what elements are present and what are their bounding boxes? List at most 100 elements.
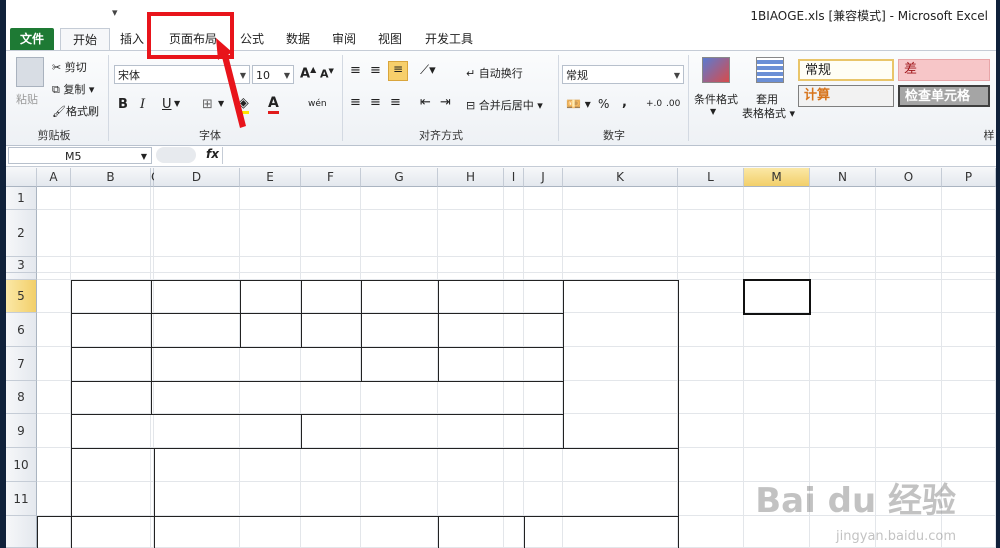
ribbon-home: 粘贴 ✂ 剪切 ⧉ 复制 ▾ 🖌格式刷 剪贴板 宋体 ▼ 10 ▼ A▲ A▼ B … [6,50,996,146]
row-header-2[interactable]: 2 [6,210,37,257]
tab-review[interactable]: 审阅 [324,28,364,50]
row-header-9[interactable]: 9 [6,414,37,448]
number-format-combo[interactable]: 常规 ▼ [562,65,684,84]
font-color-button[interactable]: A [268,95,279,114]
font-name-value: 宋体 [118,69,140,82]
row-header-7[interactable]: 7 [6,347,37,381]
currency-icon[interactable]: 💴 ▾ [566,97,591,111]
column-header-i[interactable]: I [504,168,524,187]
separator [108,55,109,141]
grow-font-button[interactable]: A▲ [300,65,316,81]
column-header-b[interactable]: B [71,168,151,187]
increase-indent-icon[interactable]: ⇥ [440,95,451,110]
gridline [523,187,524,548]
shrink-font-button[interactable]: A▼ [320,67,334,81]
decrease-decimal-icon[interactable]: .00 [666,99,680,109]
row-header-11[interactable]: 11 [6,482,37,516]
row-header-6[interactable]: 6 [6,313,37,347]
align-left-icon[interactable]: ≡ [350,95,361,110]
column-header-p[interactable]: P [942,168,996,187]
table-border [71,313,564,314]
align-top-icon[interactable]: ≡ [350,63,361,78]
insert-function-icon[interactable]: fx [206,147,219,161]
table-format-button[interactable]: 表格格式 ▾ [742,105,795,121]
align-middle-icon[interactable]: ≡ [370,63,381,78]
select-all-corner[interactable] [6,168,37,187]
chevron-down-icon: ▼ [140,152,147,161]
copy-icon: ⧉ [52,83,60,96]
tab-home[interactable]: 开始 [60,28,110,50]
column-header-m[interactable]: M [744,168,810,187]
gridline [239,187,240,548]
phonetic-label: wén [308,99,327,109]
row-header-3[interactable]: 3 [6,257,37,273]
column-header-g[interactable]: G [361,168,438,187]
row-header-10[interactable]: 10 [6,448,37,482]
formula-bar-splitter[interactable] [156,147,196,163]
conditional-format-icon [702,57,730,83]
name-box[interactable]: M5 ▼ [8,147,152,164]
selected-cell-m5[interactable] [743,279,811,315]
percent-button[interactable]: % [598,97,609,111]
paste-button[interactable]: 粘贴 [16,91,38,107]
wrap-text-button[interactable]: ↵ 自动换行 [466,65,523,81]
column-header-o[interactable]: O [876,168,942,187]
phonetic-button[interactable]: wén [308,95,327,110]
bold-button[interactable]: B [118,97,128,112]
align-center-icon[interactable]: ≡ [370,95,381,110]
paste-icon[interactable] [16,57,44,87]
tab-view[interactable]: 视图 [370,28,410,50]
table-border [71,347,564,348]
chevron-down-icon[interactable]: ▼ [710,107,716,116]
copy-label: 复制 [63,83,86,96]
column-header-k[interactable]: K [563,168,678,187]
format-painter-button[interactable]: 🖌格式刷 [52,103,99,119]
formula-bar: M5 ▼ fx [6,146,996,167]
formula-input[interactable] [222,147,995,164]
column-header-d[interactable]: D [154,168,240,187]
column-header-e[interactable]: E [240,168,301,187]
table-border [301,414,302,449]
align-right-icon[interactable]: ≡ [390,95,401,110]
merge-center-button[interactable]: ⊟ 合并后居中 ▾ [466,97,543,113]
column-header-a[interactable]: A [37,168,71,187]
chevron-down-icon[interactable]: ▼ [174,99,180,108]
quick-access-toolbar[interactable]: ▾ [112,6,118,19]
style-bad[interactable]: 差 [898,59,990,81]
decrease-indent-icon[interactable]: ⇤ [420,95,431,110]
table-border [678,280,679,548]
style-normal[interactable]: 常规 [798,59,894,81]
table-border [71,448,679,449]
gridline [995,187,996,548]
row-header-4[interactable] [6,273,37,280]
column-header-j[interactable]: J [524,168,563,187]
column-header-h[interactable]: H [438,168,504,187]
tab-developer[interactable]: 开发工具 [420,28,478,50]
conditional-format-button[interactable]: 条件格式 [694,91,738,107]
table-border [71,280,72,548]
copy-button[interactable]: ⧉ 复制 ▾ [52,81,94,97]
align-bottom-icon[interactable]: ≡ [388,61,408,81]
style-check-cell[interactable]: 检查单元格 [898,85,990,107]
italic-button[interactable]: I [140,97,145,112]
column-header-f[interactable]: F [301,168,361,187]
row-header-8[interactable]: 8 [6,381,37,414]
tab-data[interactable]: 数据 [278,28,318,50]
row-header-5[interactable]: 5 [6,280,37,313]
format-painter-label: 格式刷 [65,105,99,118]
column-header-n[interactable]: N [810,168,876,187]
tab-file[interactable]: 文件 [10,28,54,50]
style-calculation[interactable]: 计算 [798,85,894,107]
row-header-1[interactable]: 1 [6,187,37,210]
row-header-partial[interactable] [6,516,37,548]
underline-button[interactable]: U [162,97,172,112]
tab-insert[interactable]: 插入 [112,28,152,50]
cut-button[interactable]: ✂ 剪切 [52,59,87,75]
column-header-l[interactable]: L [678,168,744,187]
number-group-label: 数字 [603,129,625,142]
comma-button[interactable]: , [622,95,627,110]
scissors-icon: ✂ [52,61,62,74]
increase-decimal-icon[interactable]: +.0 [646,99,662,109]
orientation-icon[interactable]: ⟋▾ [420,63,436,78]
table-border [563,280,564,449]
